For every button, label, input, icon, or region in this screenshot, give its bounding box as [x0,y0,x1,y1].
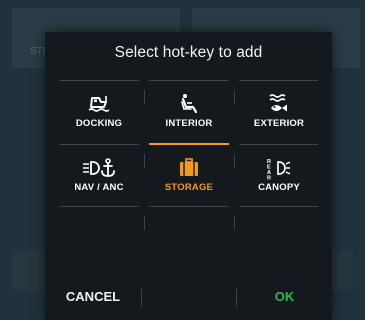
ok-button[interactable]: OK [237,277,332,317]
hotkey-label: CANOPY [258,182,300,193]
dialog-footer: CANCEL OK [45,277,332,317]
cancel-button[interactable]: CANCEL [45,277,141,317]
nav-light-anchor-icon [81,156,117,180]
hotkey-storage[interactable]: STORAGE [149,148,229,203]
hotkey-label: INTERIOR [165,118,213,129]
interior-seat-icon [178,92,200,116]
dialog-title: Select hot-key to add [114,44,263,61]
svg-text:R: R [267,176,271,181]
exterior-water-fish-icon [267,92,291,116]
hotkey-canopy[interactable]: R E A R CANOPY [239,148,319,203]
docking-icon [87,92,111,116]
canopy-rear-light-icon: R E A R [266,156,292,180]
hotkey-label: DOCKING [75,118,123,129]
hotkey-interior[interactable]: INTERIOR [149,84,229,139]
hotkey-dialog: Select hot-key to add DOCKING INTERIOR E… [45,32,332,320]
hotkey-label: NAV / ANC [74,182,124,193]
storage-suitcase-icon [179,156,199,180]
hotkey-nav-anc[interactable]: NAV / ANC [59,148,139,203]
divider [141,289,142,307]
hotkey-label: STORAGE [164,182,214,193]
hotkey-exterior[interactable]: EXTERIOR [239,84,319,139]
hotkey-docking[interactable]: DOCKING [59,84,139,139]
hotkey-label: EXTERIOR [253,118,305,129]
